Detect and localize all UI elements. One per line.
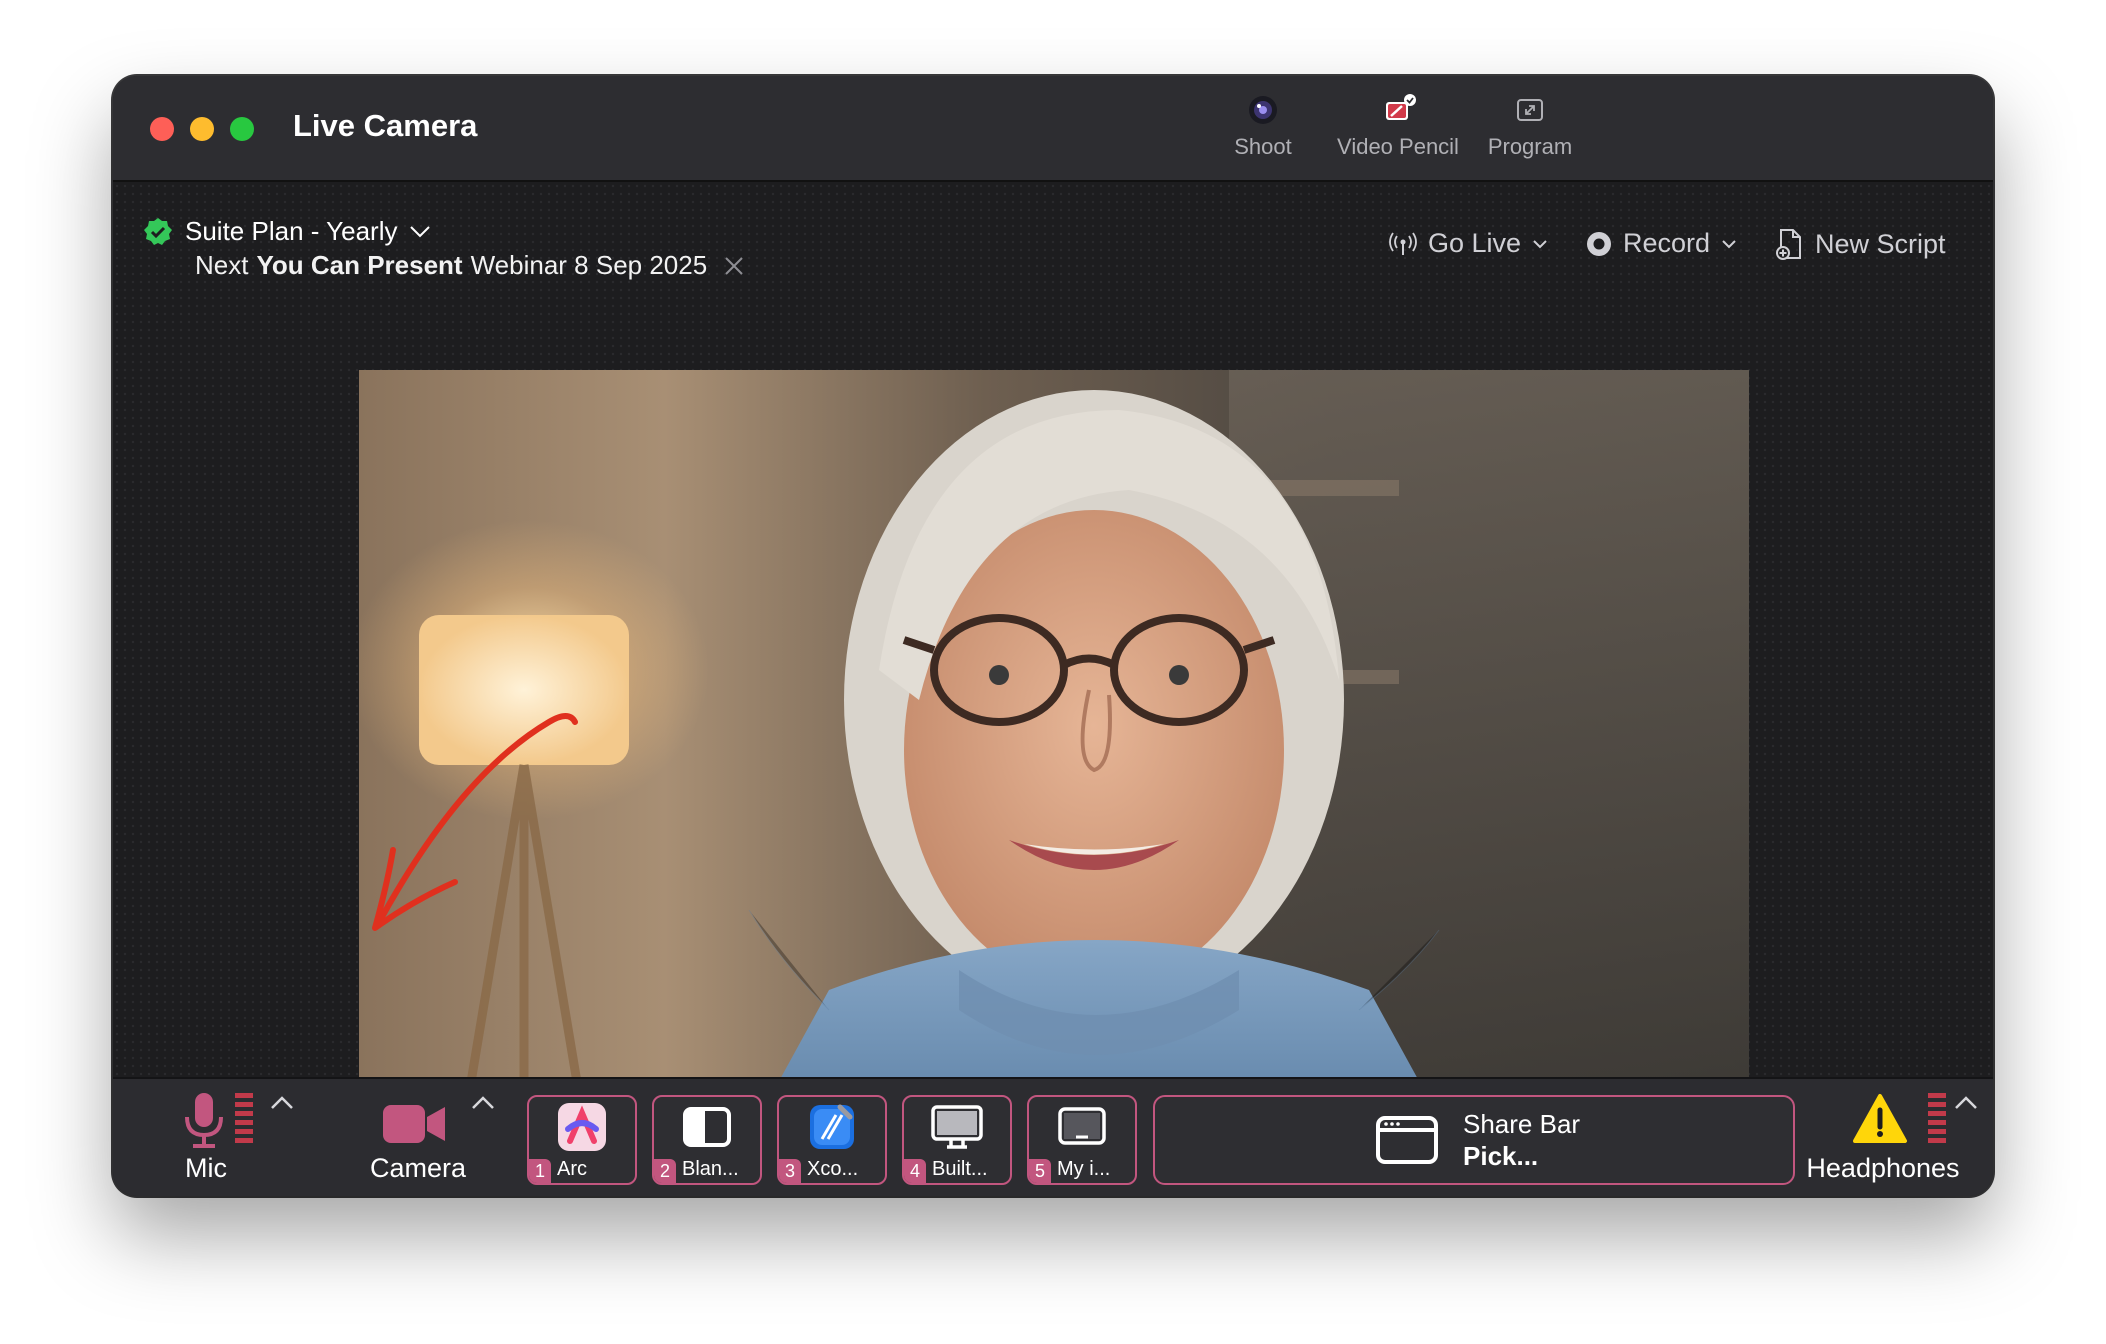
expand-icon [1517,99,1543,121]
new-script-button[interactable]: New Script [1775,228,1946,260]
shoot-button[interactable]: Shoot [1218,94,1308,160]
window-title: Live Camera [293,108,478,143]
plan-selector[interactable]: Suite Plan - Yearly [143,216,431,247]
headphones-control[interactable]: Headphones [1806,1091,1960,1191]
next-event-name: You Can Present [256,250,463,280]
next-event-date: Webinar 8 Sep 2025 [470,250,708,280]
headphones-options-chevron-up-icon[interactable] [1953,1095,1979,1111]
app-tile-arc[interactable]: 1 Arc [527,1095,637,1185]
next-event-banner: Next You Can Present Webinar 8 Sep 2025 [195,250,745,281]
monitor-icon [931,1105,983,1149]
mic-level-meter [235,1093,253,1143]
camera-feed-image [372,370,1749,1154]
headphones-level-meter [1928,1093,1946,1143]
app-tile-my-display[interactable]: 5 My i... [1027,1095,1137,1185]
headphones-label: Headphones [1806,1153,1960,1183]
bottom-control-bar: Mic Camera 1 Arc 2 Blan... 3 Xco... 4 Bu… [113,1077,1993,1196]
title-bar: Live Camera Shoot Video Pencil Program [113,76,1993,182]
camera-preview [359,370,1749,1154]
chevron-down-icon [1722,239,1736,248]
live-camera-window: Live Camera Shoot Video Pencil Program S… [113,76,1993,1196]
warning-icon [1853,1094,1907,1143]
camera-control[interactable]: Camera [353,1091,483,1191]
content-area: Suite Plan - Yearly Next You Can Present… [113,182,1993,1154]
share-bar-action: Pick... [1463,1141,1539,1171]
video-pencil-icon [1386,94,1416,120]
zoom-window-button[interactable] [230,117,254,141]
video-pencil-button[interactable]: Video Pencil [1328,94,1468,160]
chevron-down-icon [1533,239,1547,248]
record-button[interactable]: Record [1585,228,1738,259]
laptop-icon [1058,1107,1106,1145]
go-live-button[interactable]: Go Live [1388,228,1549,259]
xcode-icon [810,1104,854,1149]
arc-icon [558,1103,606,1151]
next-prefix: Next [195,250,249,280]
new-document-icon [1776,229,1801,260]
mic-label: Mic [185,1153,227,1183]
microphone-icon [185,1093,223,1148]
verified-badge-icon [144,217,172,245]
lens-icon [1249,96,1277,124]
app-tile-blank[interactable]: 2 Blan... [652,1095,762,1185]
close-window-button[interactable] [150,117,174,141]
camera-options-chevron-up-icon[interactable] [470,1095,496,1111]
app-tile-xcode[interactable]: 3 Xco... [777,1095,887,1185]
window-icon [1376,1116,1438,1164]
mic-options-chevron-up-icon[interactable] [269,1095,295,1111]
video-camera-icon [383,1105,445,1143]
program-button[interactable]: Program [1475,94,1585,160]
app-tile-built-in-display[interactable]: 4 Built... [902,1095,1012,1185]
share-bar-picker[interactable]: Share Bar Pick... [1153,1095,1795,1185]
record-icon [1587,231,1611,256]
share-bar-title: Share Bar [1463,1109,1581,1139]
blank-window-icon [683,1107,731,1147]
minimize-window-button[interactable] [190,117,214,141]
chevron-down-icon [410,225,431,237]
broadcast-icon [1389,232,1417,255]
camera-label: Camera [369,1153,467,1183]
plan-label: Suite Plan - Yearly [185,216,398,246]
close-icon[interactable] [723,255,745,277]
